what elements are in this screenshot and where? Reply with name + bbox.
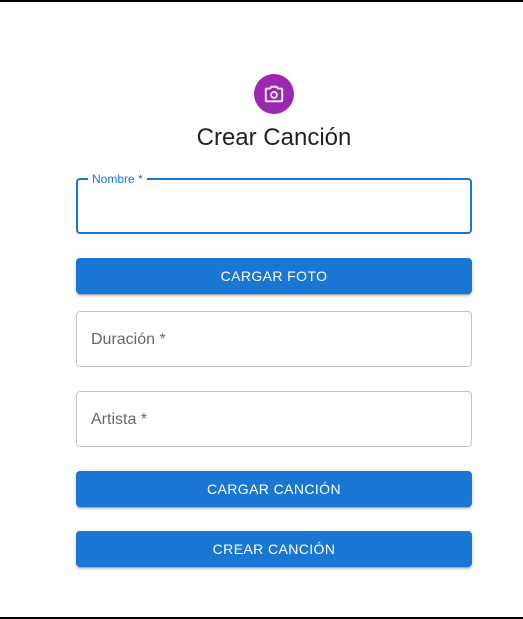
avatar — [254, 74, 294, 114]
top-border — [0, 0, 523, 2]
duracion-label: Duración * — [91, 331, 166, 348]
page-title: Crear Canción — [196, 124, 352, 151]
create-song-button[interactable]: CREAR CANCIÓN — [76, 531, 472, 567]
camera-icon — [264, 85, 284, 103]
nombre-label: Nombre * — [88, 171, 147, 187]
nombre-input[interactable] — [78, 180, 470, 232]
duracion-field[interactable]: Duración * — [76, 311, 472, 367]
upload-song-button[interactable]: CARGAR CANCIÓN — [76, 471, 472, 507]
nombre-field[interactable]: Nombre * — [76, 171, 472, 234]
artista-label: Artista * — [91, 411, 148, 428]
upload-photo-button[interactable]: CARGAR FOTO — [76, 258, 472, 294]
artista-field[interactable]: Artista * — [76, 391, 472, 447]
